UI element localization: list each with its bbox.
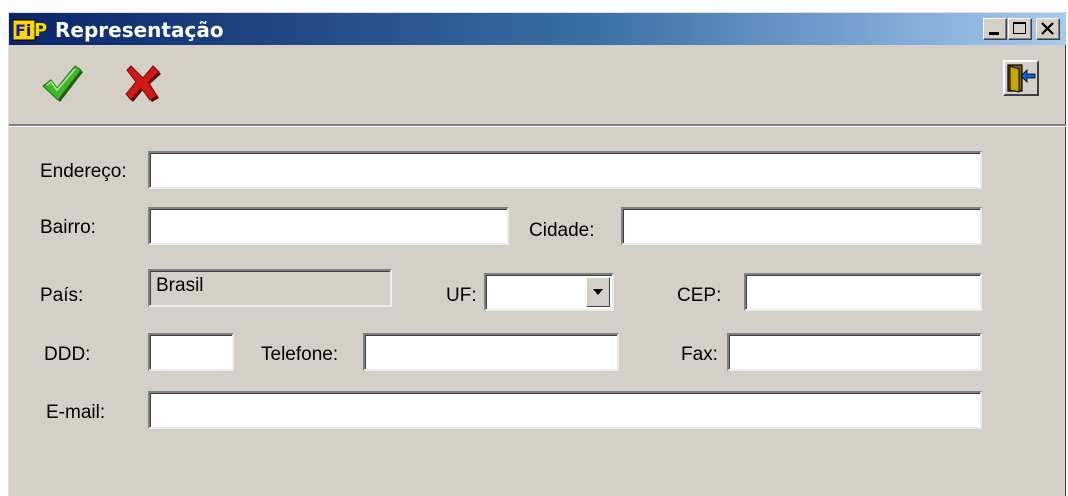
uf-dropdown-button[interactable]: [586, 277, 610, 307]
cidade-input[interactable]: [621, 207, 982, 245]
telefone-label: Telefone:: [261, 344, 339, 365]
toolbar: [9, 46, 1066, 127]
close-icon: [1041, 22, 1054, 35]
window-title: Representação: [55, 18, 224, 42]
cidade-label: Cidade:: [529, 220, 595, 241]
exit-button[interactable]: [1003, 60, 1039, 96]
pais-value: Brasil: [156, 275, 204, 296]
uf-label: UF:: [446, 285, 477, 306]
pais-field: Brasil: [148, 269, 392, 307]
bairro-label: Bairro:: [40, 217, 96, 238]
cep-label: CEP:: [677, 285, 722, 306]
endereco-input[interactable]: [148, 151, 982, 189]
pais-label: País:: [40, 285, 84, 306]
maximize-button[interactable]: [1008, 18, 1032, 40]
telefone-input[interactable]: [363, 333, 619, 371]
svg-text:Fi: Fi: [15, 21, 31, 40]
close-button[interactable]: [1036, 18, 1060, 40]
bairro-input[interactable]: [148, 207, 509, 245]
email-input[interactable]: [148, 391, 982, 429]
cancel-x-icon[interactable]: [123, 60, 163, 104]
ddd-input[interactable]: [148, 333, 234, 371]
exit-door-icon: [1007, 64, 1036, 93]
ddd-label: DDD:: [44, 344, 91, 365]
confirm-checkmark-icon[interactable]: [39, 60, 85, 104]
email-label: E-mail:: [46, 402, 106, 423]
app-logo-icon: Fi P: [13, 19, 47, 41]
representacao-window: Fi P Representação Endereço: Bairro: Cid…: [8, 12, 1066, 496]
fax-label: Fax:: [681, 344, 718, 365]
title-bar: Fi P Representação: [9, 13, 1066, 45]
dropdown-arrow-icon: [593, 289, 603, 295]
fax-input[interactable]: [727, 333, 982, 371]
cep-input[interactable]: [744, 273, 982, 311]
minimize-button[interactable]: [983, 18, 1007, 40]
minimize-icon: [989, 32, 999, 35]
svg-text:P: P: [34, 20, 47, 41]
uf-select[interactable]: [484, 273, 614, 311]
maximize-icon: [1013, 22, 1026, 34]
endereco-label: Endereço:: [40, 161, 127, 182]
